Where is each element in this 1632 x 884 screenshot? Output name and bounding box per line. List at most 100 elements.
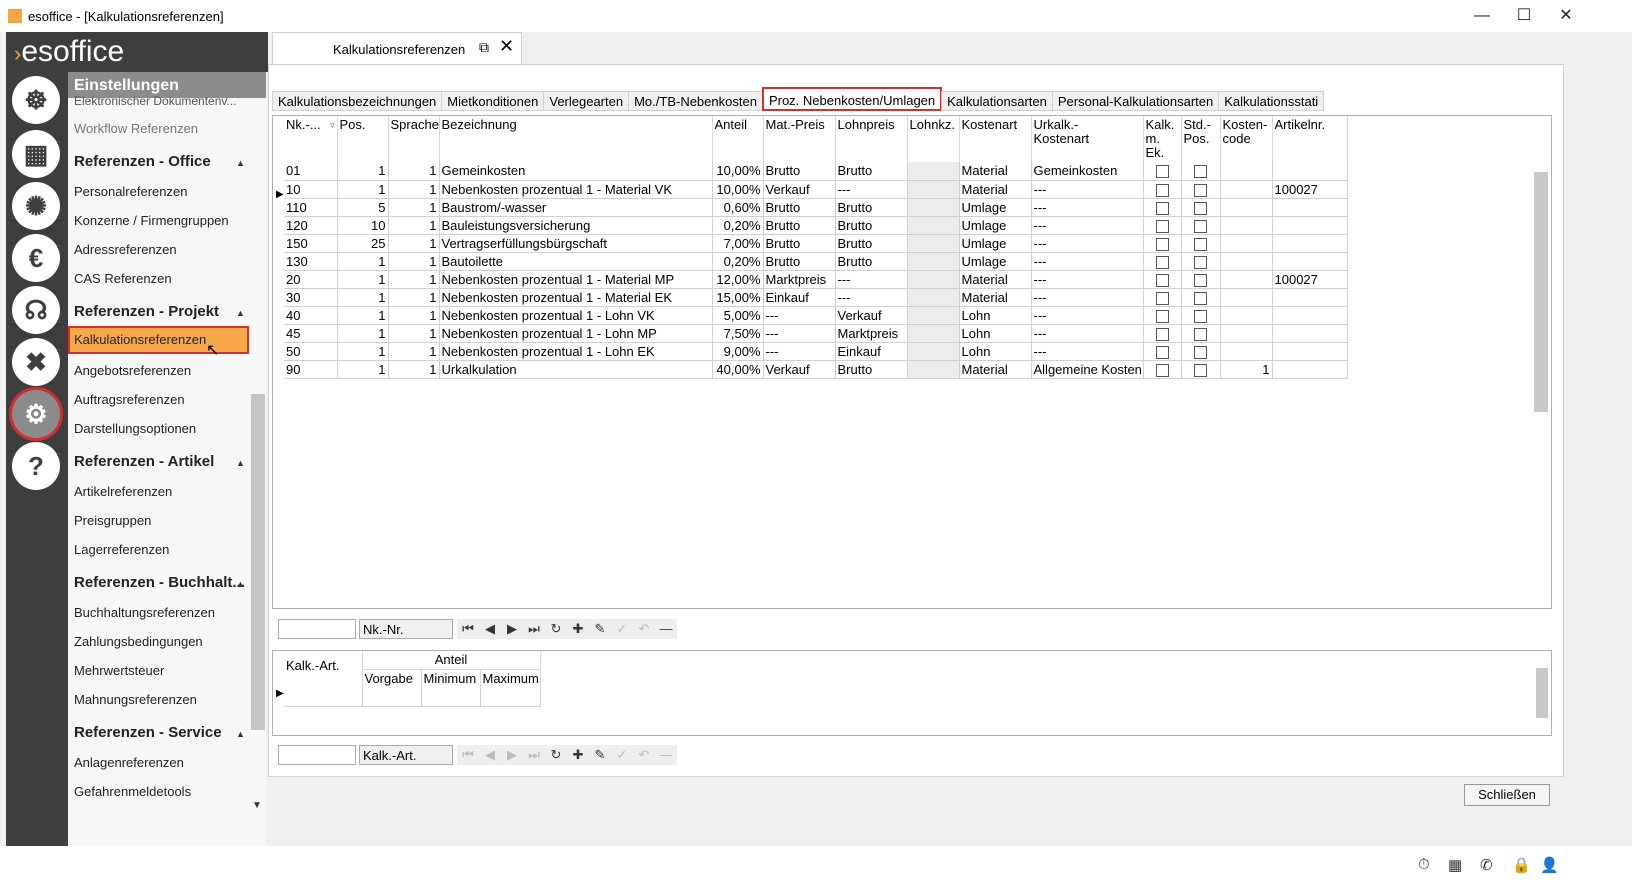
table-row[interactable]: 150 25 1 Vertragserfüllungsbürgschaft 7,00% B…: [284, 234, 1348, 253]
edit-icon[interactable]: ✎: [589, 745, 611, 765]
add-icon[interactable]: ✚: [567, 745, 589, 765]
cell[interactable]: Verkauf: [763, 180, 836, 199]
cell[interactable]: [1143, 342, 1182, 361]
cell[interactable]: 1: [337, 270, 389, 289]
cell[interactable]: 1: [388, 198, 440, 217]
cell[interactable]: Lohn: [959, 306, 1032, 325]
cell[interactable]: 1: [337, 288, 389, 307]
sidebar-item-7[interactable]: Kalkulationsreferenzen: [68, 326, 249, 354]
cell[interactable]: [1272, 252, 1348, 271]
col-header-13[interactable]: Artikelnr.: [1272, 116, 1348, 162]
sidebar-item-2[interactable]: Personalreferenzen: [74, 184, 187, 199]
checkbox[interactable]: [1194, 255, 1207, 269]
cell[interactable]: [907, 342, 960, 361]
table-row[interactable]: [284, 688, 541, 707]
sidebar-item-10[interactable]: Darstellungsoptionen: [74, 421, 196, 436]
table-row[interactable]: 130 1 1 Bautoilette 0,20% Brutto Brutto Umlage -…: [284, 252, 1348, 271]
cell[interactable]: 100027: [1272, 270, 1348, 289]
sidebar-item-0[interactable]: Workflow Referenzen: [74, 121, 198, 136]
sidebar-item-17[interactable]: Zahlungsbedingungen: [74, 634, 203, 649]
tab-1[interactable]: Mietkonditionen: [441, 91, 545, 111]
checkbox[interactable]: [1155, 291, 1169, 305]
cell[interactable]: [1143, 324, 1182, 343]
cell[interactable]: [1220, 234, 1273, 253]
cell[interactable]: 1: [388, 306, 440, 325]
collapse-icon[interactable]: ▲: [236, 158, 245, 168]
table-row[interactable]: 40 1 1 Nebenkosten prozentual 1 - Lohn VK 5,…: [284, 306, 1348, 325]
cell[interactable]: Vertragserfüllungsbürgschaft: [439, 234, 713, 253]
cell[interactable]: Brutto: [835, 162, 908, 181]
sidebar-item-4[interactable]: Adressreferenzen: [74, 242, 177, 257]
cell[interactable]: 1: [337, 360, 389, 379]
grid-scrollbar[interactable]: [1534, 172, 1548, 412]
main-grid[interactable]: Nk.-... ▿ Pos. Sprache Bezeichnung Anteil Mat.…: [272, 115, 1552, 609]
filter-icon[interactable]: ▿: [330, 118, 335, 132]
maximize-button[interactable]: ☐: [1504, 4, 1544, 28]
table-row[interactable]: 10 1 1 Nebenkosten prozentual 1 - Material …: [284, 180, 1348, 199]
cell[interactable]: 1: [388, 234, 440, 253]
cell[interactable]: ---: [1031, 342, 1144, 361]
phone-icon[interactable]: ✆: [1480, 856, 1493, 874]
col-header-12[interactable]: Kosten-code: [1220, 116, 1273, 162]
cell[interactable]: 1: [1220, 360, 1273, 379]
table-row[interactable]: 50 1 1 Nebenkosten prozentual 1 - Lohn EK 9,…: [284, 342, 1348, 361]
cell[interactable]: [1181, 324, 1221, 343]
cell[interactable]: [1181, 252, 1221, 271]
edit-icon[interactable]: ✎: [589, 619, 611, 639]
col-header-8[interactable]: Kostenart: [959, 116, 1032, 162]
table-row[interactable]: 20 1 1 Nebenkosten prozentual 1 - Material …: [284, 270, 1348, 289]
cell[interactable]: 1: [337, 180, 389, 199]
next-record-icon[interactable]: ▶: [501, 745, 523, 765]
cell[interactable]: ---: [835, 180, 908, 199]
helm-icon[interactable]: ☸: [12, 76, 60, 124]
cell[interactable]: Umlage: [959, 252, 1032, 271]
prev-record-icon[interactable]: ◀: [479, 619, 501, 639]
delete-icon[interactable]: —: [655, 745, 677, 765]
cell[interactable]: 1: [388, 324, 440, 343]
cell[interactable]: Gemeinkosten: [439, 162, 713, 181]
cell[interactable]: 12,00%: [712, 270, 764, 289]
col-kalk-art[interactable]: Kalk.-Art.: [284, 651, 363, 688]
checkbox[interactable]: [1194, 363, 1207, 377]
col-header-7[interactable]: Lohnkz.: [907, 116, 960, 162]
cell[interactable]: 120: [284, 216, 338, 235]
col-header-2[interactable]: Sprache: [388, 116, 440, 162]
sidebar-item-12[interactable]: Artikelreferenzen: [74, 484, 172, 499]
cell[interactable]: [1143, 360, 1182, 379]
sidebar-section-11[interactable]: Referenzen - Artikel: [74, 453, 214, 470]
cell[interactable]: 1: [388, 360, 440, 379]
cell[interactable]: 7,50%: [712, 324, 764, 343]
cell[interactable]: Material: [959, 180, 1032, 199]
cell[interactable]: [1220, 252, 1273, 271]
cell[interactable]: ---: [1031, 306, 1144, 325]
cell[interactable]: [1220, 288, 1273, 307]
cell[interactable]: 1: [388, 216, 440, 235]
first-record-icon[interactable]: ⏮: [457, 619, 479, 639]
cell[interactable]: [1220, 270, 1273, 289]
col-header-4[interactable]: Anteil: [712, 116, 764, 162]
cell[interactable]: 20: [284, 270, 338, 289]
cell[interactable]: 45: [284, 324, 338, 343]
col-maximum[interactable]: Maximum: [480, 669, 541, 688]
cell[interactable]: [1220, 198, 1273, 217]
checkbox[interactable]: [1194, 345, 1207, 359]
cell[interactable]: 130: [284, 252, 338, 271]
undo-icon[interactable]: ↶: [633, 619, 655, 639]
collapse-icon[interactable]: ▲: [236, 458, 245, 468]
cell[interactable]: Material: [959, 162, 1032, 181]
stopwatch-icon[interactable]: ⏱: [1418, 856, 1430, 873]
checkbox[interactable]: [1194, 183, 1207, 197]
sidebar-section-15[interactable]: Referenzen - Buchhalt...: [74, 574, 245, 591]
cell[interactable]: 1: [388, 252, 440, 271]
cell[interactable]: 25: [337, 234, 389, 253]
first-record-icon[interactable]: ⏮: [457, 745, 479, 765]
cell[interactable]: [907, 234, 960, 253]
sidebar-item-18[interactable]: Mehrwertsteuer: [74, 663, 164, 678]
cell[interactable]: [1272, 324, 1348, 343]
table-row[interactable]: 30 1 1 Nebenkosten prozentual 1 - Material …: [284, 288, 1348, 307]
sidebar-item-16[interactable]: Buchhaltungsreferenzen: [74, 605, 215, 620]
checkbox[interactable]: [1155, 183, 1169, 197]
undo-icon[interactable]: ↶: [633, 745, 655, 765]
cell[interactable]: [1181, 234, 1221, 253]
cell[interactable]: ---: [1031, 234, 1144, 253]
